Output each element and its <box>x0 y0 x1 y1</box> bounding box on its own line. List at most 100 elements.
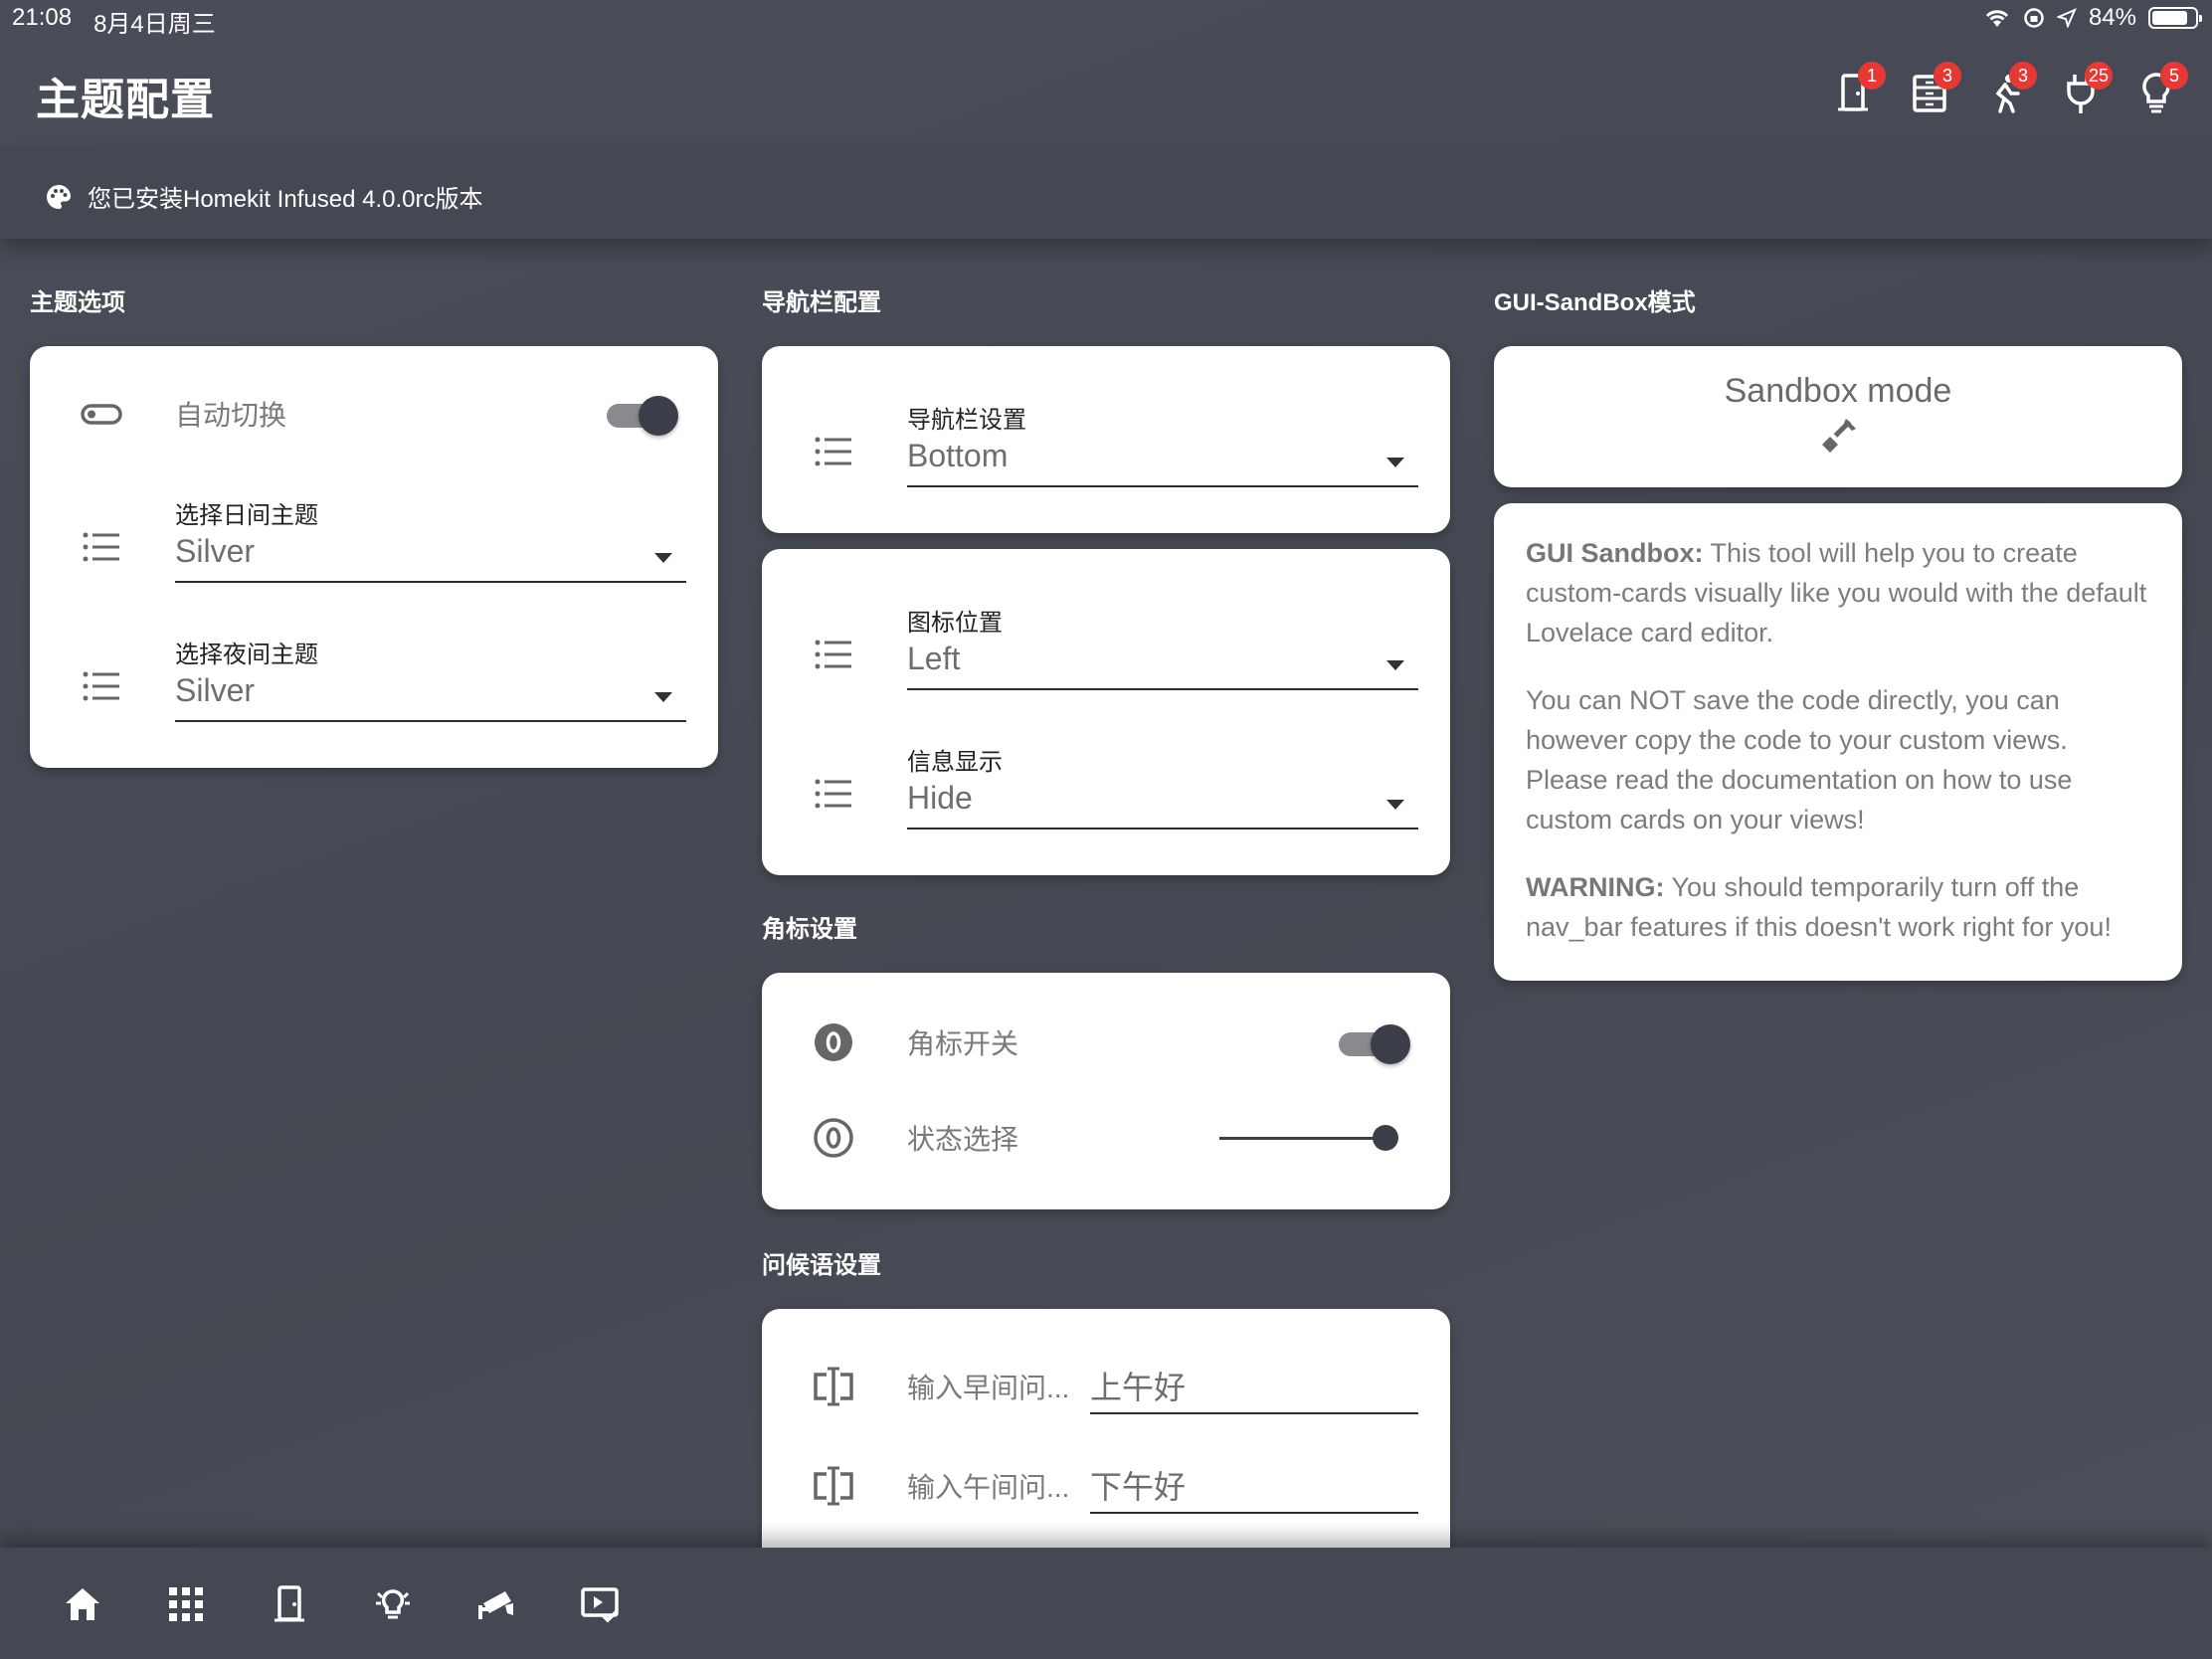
sandbox-mode-button[interactable]: Sandbox mode <box>1494 346 2182 487</box>
dropdown-arrow-icon <box>654 553 672 563</box>
section-title-badge: 角标设置 <box>762 916 857 943</box>
icon-position-caption: 图标位置 <box>907 610 1003 637</box>
badge-switch-label: 角标开关 <box>907 1028 1019 1059</box>
list-icon <box>812 633 855 676</box>
info-display-value: Hide <box>907 780 973 816</box>
slider-track <box>1219 1137 1388 1140</box>
night-theme-caption: 选择夜间主题 <box>175 642 318 668</box>
rotation-lock-icon <box>2024 8 2044 28</box>
dropdown-arrow-icon <box>654 692 672 702</box>
navbar-setting-card: 导航栏设置 Bottom <box>762 346 1450 533</box>
info-display-select[interactable]: 信息显示 Hide <box>907 742 1418 830</box>
status-time: 21:08 <box>12 4 73 31</box>
section-title-greeting: 问候语设置 <box>762 1252 881 1279</box>
icon-position-value: Left <box>907 641 961 676</box>
state-select-slider[interactable] <box>1219 1125 1398 1151</box>
badge-card: 角标开关 状态选择 <box>762 973 1450 1209</box>
sandbox-paragraph-1: GUI Sandbox: This tool will help you to … <box>1526 533 2152 652</box>
day-theme-caption: 选择日间主题 <box>175 502 318 529</box>
day-theme-select[interactable]: 选择日间主题 Silver <box>175 495 686 583</box>
battery-percent: 84% <box>2088 4 2136 31</box>
section-title-theme: 主题选项 <box>30 289 125 316</box>
motion-icon[interactable]: 3 <box>1985 62 2037 115</box>
auto-switch-row: 自动切换 <box>30 390 718 438</box>
night-theme-row: 选择夜间主题 Silver <box>30 635 718 724</box>
afternoon-greeting-value: 下午好 <box>1090 1469 1187 1505</box>
list-icon <box>812 772 855 816</box>
home-icon[interactable] <box>62 1583 103 1625</box>
section-title-sandbox: GUI-SandBox模式 <box>1494 289 1696 316</box>
night-theme-select[interactable]: 选择夜间主题 Silver <box>175 635 686 722</box>
toggle-switch-icon <box>80 392 123 436</box>
battery-icon <box>2148 7 2202 29</box>
sandbox-paragraph-3: WARNING: You should temporarily turn off… <box>1526 867 2152 947</box>
bottom-nav-icons <box>62 1583 621 1625</box>
door-icon[interactable]: 1 <box>1834 62 1886 115</box>
location-icon <box>2056 8 2077 28</box>
sandbox-mode-label: Sandbox mode <box>1724 372 1952 410</box>
morning-greeting-input[interactable]: 上午好 <box>1090 1359 1418 1414</box>
navbar-setting-row: 导航栏设置 Bottom <box>762 400 1450 489</box>
afternoon-greeting-row: 输入午间问... 下午好 <box>762 1458 1450 1514</box>
install-note-text: 您已安装Homekit Infused 4.0.0rc版本 <box>88 186 483 213</box>
auto-switch-toggle[interactable] <box>607 396 678 436</box>
morning-greeting-row: 输入早间问... 上午好 <box>762 1359 1450 1414</box>
sandbox-p1-bold: GUI Sandbox: <box>1526 538 1704 568</box>
list-icon <box>80 525 123 569</box>
state-select-row: 状态选择 <box>762 1116 1450 1160</box>
icon-position-row: 图标位置 Left <box>762 603 1450 692</box>
list-icon <box>812 430 855 473</box>
badge-switch-toggle[interactable] <box>1339 1024 1410 1064</box>
numeric-zero-circle-icon <box>812 1020 855 1064</box>
navbar-options-card: 图标位置 Left 信息显示 Hide <box>762 549 1450 875</box>
dropdown-arrow-icon <box>1386 660 1404 670</box>
header-badge: 5 <box>2160 62 2188 90</box>
dropdown-arrow-icon <box>1386 800 1404 810</box>
badge-switch-row: 角标开关 <box>762 1020 1450 1064</box>
dresser-icon[interactable]: 3 <box>1910 62 1961 115</box>
bulb-icon[interactable]: 5 <box>2136 62 2188 115</box>
wifi-icon <box>1985 10 2009 27</box>
apps-grid-icon[interactable] <box>165 1583 207 1625</box>
sandbox-info-card: GUI Sandbox: This tool will help you to … <box>1494 503 2182 981</box>
section-title-navbar: 导航栏配置 <box>762 289 881 316</box>
status-bar-left: 21:08 8月4日周三 <box>12 4 216 39</box>
status-bar-right: 84% <box>1983 4 2202 32</box>
icon-position-select[interactable]: 图标位置 Left <box>907 603 1418 690</box>
night-theme-value: Silver <box>175 672 256 708</box>
afternoon-greeting-input[interactable]: 下午好 <box>1090 1458 1418 1514</box>
form-textbox-icon <box>812 1464 855 1508</box>
numeric-zero-circle-outline-icon <box>812 1116 855 1160</box>
header-icon-bar: 1 3 3 25 5 <box>1834 62 2188 115</box>
dropdown-arrow-icon <box>1386 458 1404 467</box>
plug-icon[interactable]: 25 <box>2061 62 2113 115</box>
sandbox-p3-bold: WARNING: <box>1526 872 1665 902</box>
status-date: 8月4日周三 <box>93 11 216 38</box>
playlist-check-icon[interactable] <box>579 1583 621 1625</box>
camera-icon[interactable] <box>475 1583 517 1625</box>
navbar-setting-caption: 导航栏设置 <box>907 407 1026 434</box>
shovel-icon <box>1822 419 1856 453</box>
header-badge: 3 <box>1934 62 1961 90</box>
auto-switch-label: 自动切换 <box>175 400 287 431</box>
header-badge: 3 <box>2009 62 2037 90</box>
morning-greeting-value: 上午好 <box>1090 1370 1187 1405</box>
palette-icon <box>47 184 71 209</box>
header-badge: 25 <box>2085 62 2113 90</box>
theme-card: 自动切换 选择日间主题 Silver 选择夜间主题 Silver <box>30 346 718 768</box>
door-icon[interactable] <box>269 1583 310 1625</box>
day-theme-value: Silver <box>175 533 256 569</box>
greeting-card: 输入早间问... 上午好 输入午间问... 下午好 <box>762 1309 1450 1567</box>
morning-greeting-label: 输入早间问... <box>907 1373 1070 1403</box>
navbar-setting-select[interactable]: 导航栏设置 Bottom <box>907 400 1418 487</box>
state-select-label: 状态选择 <box>907 1124 1019 1155</box>
slider-thumb[interactable] <box>1373 1125 1398 1151</box>
info-display-caption: 信息显示 <box>907 749 1003 776</box>
day-theme-row: 选择日间主题 Silver <box>30 495 718 585</box>
header-badge: 1 <box>1858 62 1886 90</box>
sandbox-paragraph-2: You can NOT save the code directly, you … <box>1526 685 2073 834</box>
light-group-icon[interactable] <box>372 1583 414 1625</box>
page-title: 主题配置 <box>36 76 215 124</box>
list-icon <box>80 664 123 708</box>
info-display-row: 信息显示 Hide <box>762 742 1450 831</box>
